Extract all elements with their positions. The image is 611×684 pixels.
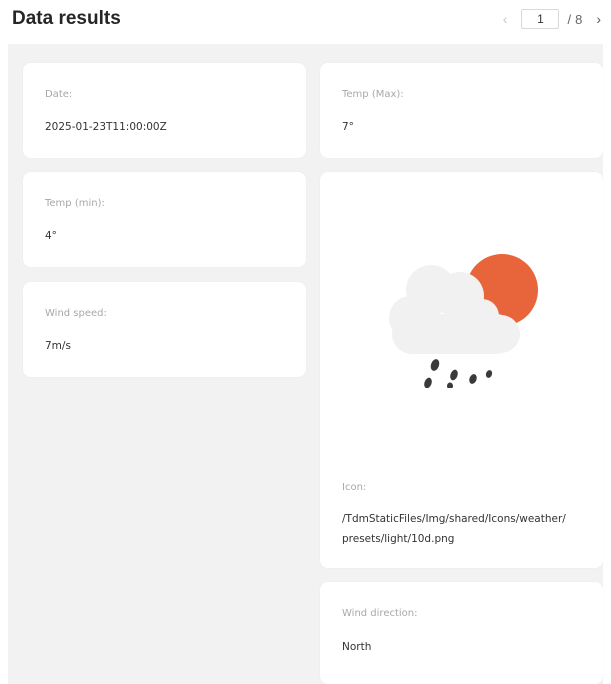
date-card: Date: 2025-01-23T11:00:00Z (23, 63, 306, 158)
wind-direction-value: North (342, 641, 372, 653)
pagination: ‹ / 8 › (503, 8, 601, 30)
icon-path-line-1: /TdmStaticFiles/Img/shared/Icons/weather… (342, 513, 566, 525)
page-separator: / (567, 11, 572, 27)
results-header: Data results ‹ / 8 › (0, 0, 611, 42)
wind-speed-label: Wind speed: (45, 308, 107, 319)
results-panel: Date: 2025-01-23T11:00:00Z Temp (Max): 7… (8, 44, 603, 684)
icon-label: Icon: (342, 482, 367, 493)
icon-path-line-2: presets/light/10d.png (342, 533, 455, 545)
temp-max-value: 7° (342, 121, 354, 133)
page-number-input[interactable] (521, 9, 560, 29)
wind-direction-label: Wind direction: (342, 608, 418, 619)
cloud-sun-rain-icon (389, 254, 538, 388)
page-total: 8 (575, 11, 583, 27)
temp-max-label: Temp (Max): (342, 89, 404, 100)
wind-speed-card: Wind speed: 7m/s (23, 282, 306, 377)
temp-min-card: Temp (min): 4° (23, 172, 306, 267)
chevron-left-icon[interactable]: ‹ (503, 11, 508, 27)
date-value: 2025-01-23T11:00:00Z (45, 121, 167, 133)
rain-drops (424, 359, 493, 388)
chevron-right-icon[interactable]: › (596, 11, 601, 27)
wind-direction-card: Wind direction: North (320, 582, 603, 684)
page-title: Data results (12, 8, 121, 29)
wind-speed-value: 7m/s (45, 340, 71, 352)
temp-min-value: 4° (45, 230, 57, 242)
temp-min-label: Temp (min): (45, 198, 105, 209)
date-label: Date: (45, 89, 73, 100)
temp-max-card: Temp (Max): 7° (320, 63, 603, 158)
icon-card: Icon: /TdmStaticFiles/Img/shared/Icons/w… (320, 172, 603, 568)
